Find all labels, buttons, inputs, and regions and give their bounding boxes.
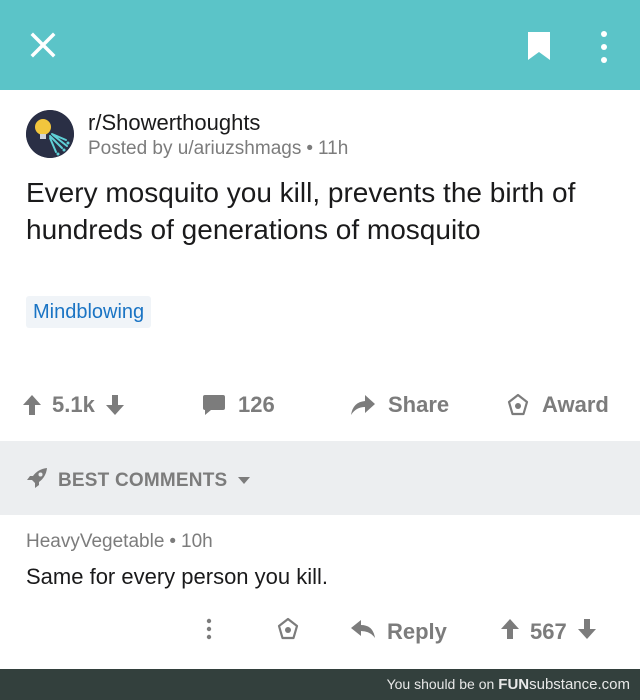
share-icon — [350, 394, 376, 416]
comment-sort-bar: BEST COMMENTS — [0, 441, 640, 515]
comment-body: Same for every person you kill. — [26, 564, 329, 589]
share-label: Share — [388, 392, 450, 417]
reply-icon — [350, 619, 376, 645]
vote-control: 5.1k — [22, 384, 125, 426]
upvote-icon[interactable] — [22, 394, 42, 416]
award-button[interactable]: Award — [506, 384, 619, 426]
post-meta: Posted by u/ariuzshmags • 11h — [88, 138, 348, 160]
post-age: 11h — [318, 138, 349, 159]
watermark-prefix: You should be on — [386, 676, 495, 692]
subreddit-name[interactable]: r/Showerthoughts — [88, 110, 260, 136]
comment-count: 126 — [238, 392, 275, 417]
comment-more-button[interactable] — [204, 614, 214, 650]
watermark-footer: You should be on FUNsubstance.com — [0, 669, 640, 700]
meta-separator: • — [306, 138, 313, 159]
comment-icon — [202, 394, 226, 416]
downvote-icon[interactable] — [577, 618, 597, 646]
award-label: Award — [542, 392, 609, 417]
watermark-brand-rest: substance.com — [529, 676, 630, 693]
watermark-brand-bold: FUN — [498, 676, 530, 693]
post-action-bar: 5.1k 126 Share Award — [0, 384, 640, 426]
bookmark-icon[interactable] — [526, 30, 552, 62]
watermark-text: You should be on FUNsubstance.com — [387, 676, 630, 693]
comment-sort-dropdown[interactable]: BEST COMMENTS — [26, 467, 251, 494]
comment-vote-count: 567 — [530, 619, 567, 644]
share-button[interactable]: Share — [350, 384, 459, 426]
top-app-bar — [0, 0, 640, 90]
post-author[interactable]: Posted by u/ariuzshmags — [88, 138, 301, 159]
comment-award-button[interactable] — [276, 614, 300, 650]
comment-vote-control: 567 — [500, 614, 597, 650]
comment-age: 10h — [181, 531, 213, 552]
award-icon — [506, 393, 530, 417]
post-vote-count: 5.1k — [52, 392, 95, 417]
subreddit-avatar[interactable] — [26, 110, 74, 158]
comment-sort-label: BEST COMMENTS — [58, 469, 228, 491]
award-icon — [276, 617, 300, 647]
reply-button[interactable]: Reply — [350, 614, 447, 650]
more-vertical-icon — [204, 617, 214, 647]
post-title[interactable]: Every mosquito you kill, prevents the bi… — [26, 174, 596, 248]
comment-action-bar: Reply 567 — [0, 614, 640, 650]
chevron-down-icon — [237, 472, 251, 490]
more-vertical-icon[interactable] — [594, 30, 614, 64]
comment-meta: HeavyVegetable • 10h — [26, 531, 213, 553]
post-flair[interactable]: Mindblowing — [26, 296, 152, 328]
comments-button[interactable]: 126 — [202, 384, 285, 426]
comment-author[interactable]: HeavyVegetable — [26, 531, 164, 552]
meta-separator: • — [169, 531, 177, 552]
rocket-icon — [26, 467, 48, 494]
reply-label: Reply — [387, 619, 447, 644]
downvote-icon[interactable] — [105, 394, 125, 416]
upvote-icon[interactable] — [500, 618, 520, 646]
post-header: r/Showerthoughts Posted by u/ariuzshmags… — [26, 110, 606, 160]
close-icon[interactable] — [28, 30, 58, 60]
